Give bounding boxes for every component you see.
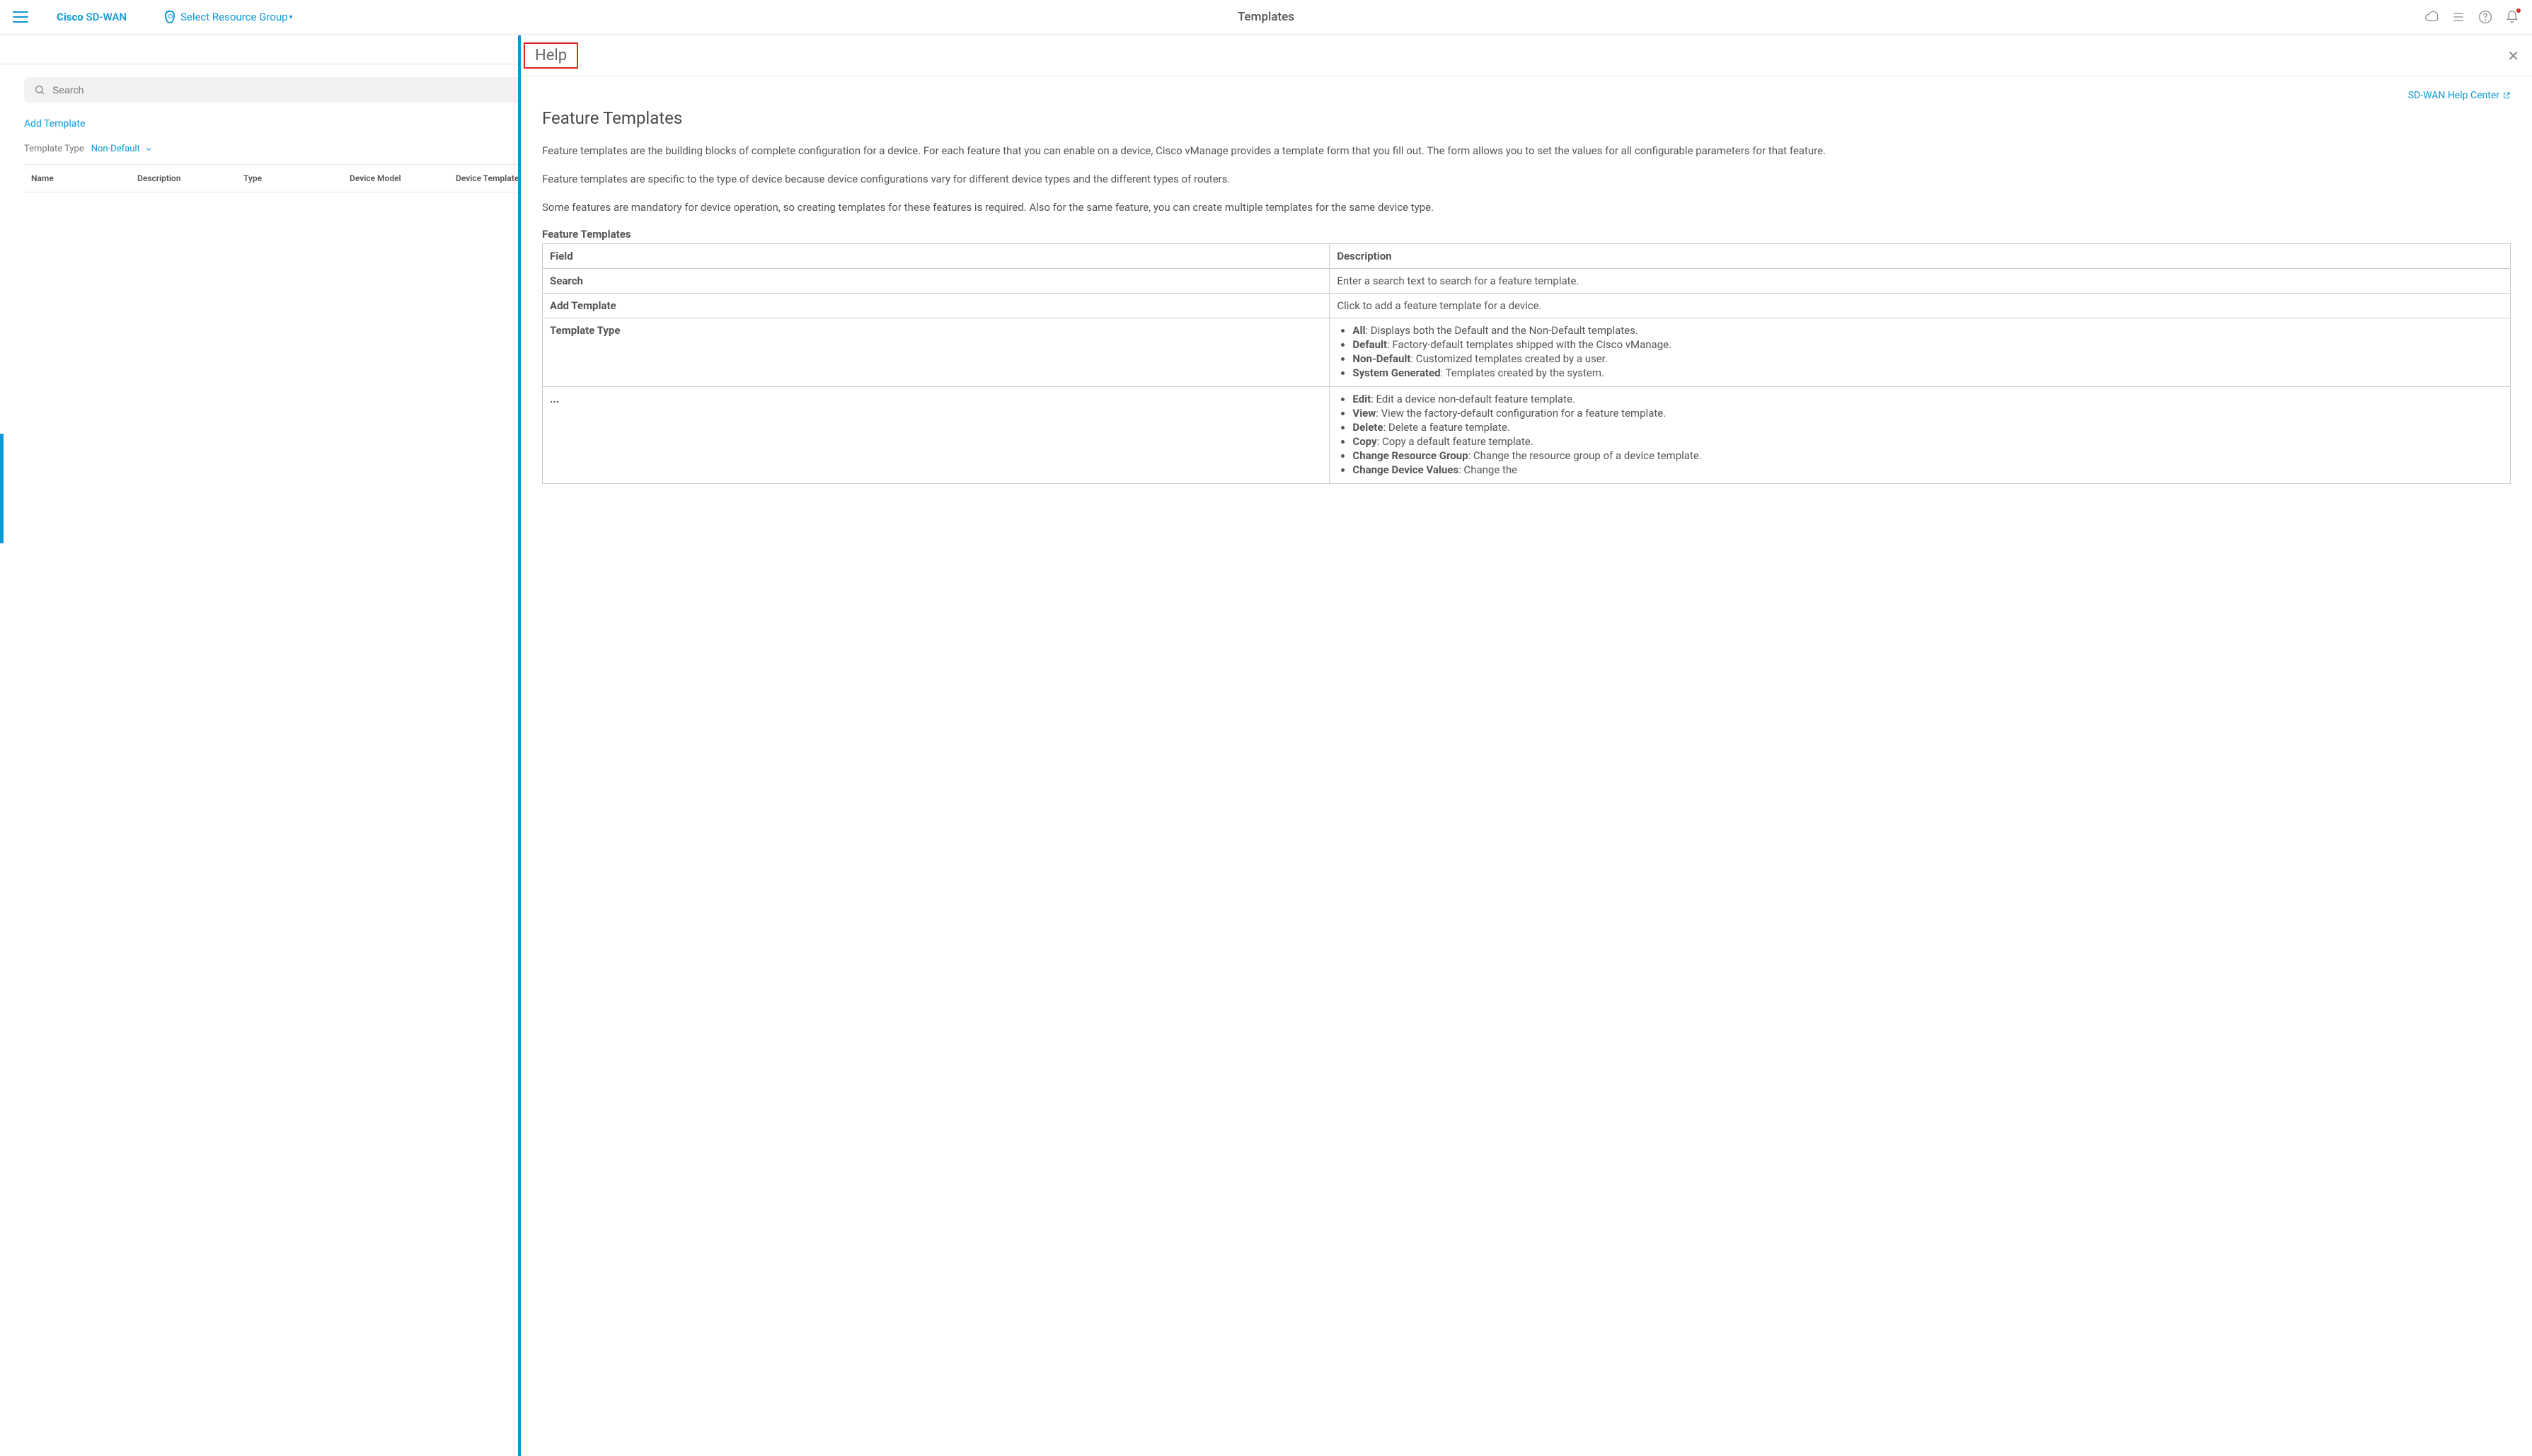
cloud-icon[interactable] bbox=[2424, 10, 2439, 24]
col-type[interactable]: Type bbox=[236, 165, 343, 192]
list-item: Edit: Edit a device non-default feature … bbox=[1352, 393, 2503, 405]
template-type-dropdown[interactable]: Non-Default bbox=[91, 144, 153, 154]
help-paragraph: Feature templates are the building block… bbox=[542, 144, 2511, 159]
list-item: Change Resource Group: Change the resour… bbox=[1352, 449, 2503, 462]
list-item: Default: Factory-default templates shipp… bbox=[1352, 338, 2503, 351]
list-item: Copy: Copy a default feature template. bbox=[1352, 435, 2503, 448]
list-item: All: Displays both the Default and the N… bbox=[1352, 324, 2503, 337]
left-edge-indicator bbox=[0, 434, 4, 543]
help-desc-search: Enter a search text to search for a feat… bbox=[1330, 269, 2511, 294]
search-icon bbox=[34, 84, 45, 96]
help-table: Field Description Search Enter a search … bbox=[542, 243, 2511, 484]
task-list-icon[interactable] bbox=[2451, 10, 2465, 24]
help-th-description: Description bbox=[1330, 244, 2511, 269]
list-item: View: View the factory-default configura… bbox=[1352, 407, 2503, 420]
help-center-link[interactable]: SD-WAN Help Center bbox=[2408, 90, 2511, 101]
help-template-type-list: All: Displays both the Default and the N… bbox=[1337, 324, 2503, 379]
help-body: SD-WAN Help Center Feature Templates Fea… bbox=[521, 76, 2532, 1456]
template-type-label: Template Type bbox=[24, 144, 84, 154]
help-icon[interactable] bbox=[2478, 10, 2492, 24]
external-link-icon bbox=[2502, 91, 2511, 100]
col-device-model[interactable]: Device Model bbox=[343, 165, 449, 192]
list-item: Non-Default: Customized templates create… bbox=[1352, 352, 2503, 365]
notification-dot-icon bbox=[2516, 8, 2521, 13]
add-template-link[interactable]: Add Template bbox=[24, 118, 85, 129]
brand-label: Cisco SD-WAN bbox=[57, 11, 127, 23]
resource-group-label: Select Resource Group bbox=[180, 11, 288, 23]
close-icon[interactable]: ✕ bbox=[2507, 47, 2519, 64]
help-table-caption: Feature Templates bbox=[542, 228, 2511, 241]
top-bar: Cisco SD-WAN Select Resource Group ▾ Tem… bbox=[0, 0, 2532, 35]
hamburger-menu-icon[interactable] bbox=[13, 11, 28, 23]
notifications-bell-icon[interactable] bbox=[2505, 10, 2519, 24]
help-desc-add: Click to add a feature template for a de… bbox=[1330, 294, 2511, 318]
list-item: System Generated: Templates created by t… bbox=[1352, 366, 2503, 379]
help-field-actions: ... bbox=[550, 393, 559, 405]
help-paragraph: Some features are mandatory for device o… bbox=[542, 200, 2511, 216]
list-item: Change Device Values: Change the bbox=[1352, 463, 2503, 476]
help-field-search: Search bbox=[550, 275, 583, 287]
chevron-down-icon bbox=[144, 145, 153, 154]
page-title: Templates bbox=[1238, 10, 1294, 24]
help-paragraph: Feature templates are specific to the ty… bbox=[542, 172, 2511, 187]
list-item: Delete: Delete a feature template. bbox=[1352, 421, 2503, 434]
help-panel: Help ✕ SD-WAN Help Center Feature Templa… bbox=[518, 35, 2532, 1456]
help-th-field: Field bbox=[543, 244, 1330, 269]
col-name[interactable]: Name bbox=[24, 165, 130, 192]
help-field-template-type: Template Type bbox=[550, 324, 620, 337]
help-title: Help bbox=[524, 42, 578, 69]
col-description[interactable]: Description bbox=[130, 165, 236, 192]
resource-group-selector[interactable]: Select Resource Group ▾ bbox=[165, 11, 293, 23]
pin-icon bbox=[165, 11, 175, 23]
help-heading: Feature Templates bbox=[542, 108, 2511, 128]
help-actions-list: Edit: Edit a device non-default feature … bbox=[1337, 393, 2503, 476]
help-field-add: Add Template bbox=[550, 299, 616, 312]
help-header: Help ✕ bbox=[521, 35, 2532, 76]
caret-down-icon: ▾ bbox=[289, 13, 293, 21]
topbar-right bbox=[2424, 10, 2519, 24]
